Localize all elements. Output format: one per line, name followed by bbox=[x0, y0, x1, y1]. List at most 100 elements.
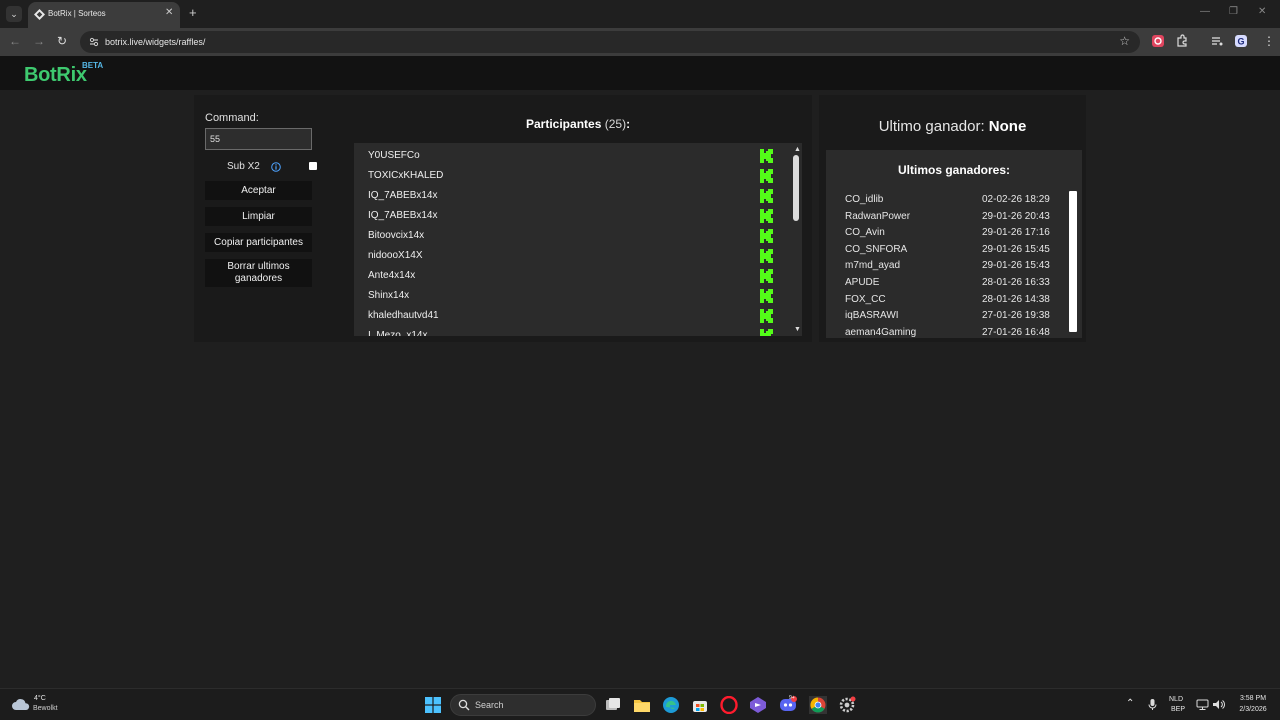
delete-last-winners-button[interactable]: Borrar ultimos ganadores bbox=[205, 259, 312, 287]
participants-list[interactable]: Y0USEFCo TOXICxKHALED IQ_7ABEBx14x IQ_7ABEB… bbox=[354, 143, 802, 336]
winner-row: CO_idlib 02-02-26 18:29 bbox=[826, 192, 1066, 208]
minimize-icon[interactable]: — bbox=[1200, 6, 1210, 17]
winner-row: RadwanPower 29-01-26 20:43 bbox=[826, 209, 1066, 225]
address-bar[interactable]: botrix.live/widgets/raffles/ ☆ bbox=[80, 31, 1140, 53]
winner-row: CO_SNFORA 29-01-26 15:45 bbox=[826, 242, 1066, 258]
profile-icon[interactable]: G bbox=[1234, 34, 1248, 48]
winner-name: APUDE bbox=[845, 277, 880, 288]
kick-icon bbox=[760, 269, 773, 283]
participants-count: (25) bbox=[604, 117, 627, 131]
participant-name: khaledhautvd41 bbox=[368, 310, 439, 321]
cloud-weather-icon[interactable] bbox=[11, 697, 31, 711]
browser-tab-bar: ⌄ BotRix | Sorteos ✕ + — ❐ ✕ bbox=[0, 0, 1280, 28]
tab-search-button[interactable]: ⌄ bbox=[6, 6, 22, 22]
copy-participants-button[interactable]: Copiar participantes bbox=[205, 233, 312, 252]
participant-row: TOXICxKHALED bbox=[354, 165, 784, 185]
participants-title: Participantes (25): bbox=[526, 117, 630, 131]
accept-button[interactable]: Aceptar bbox=[205, 181, 312, 200]
participant-row: Y0USEFCo bbox=[354, 145, 784, 165]
window-close-icon[interactable]: ✕ bbox=[1258, 6, 1266, 17]
winner-date: 29-01-26 20:43 bbox=[982, 210, 1050, 222]
kick-icon bbox=[760, 169, 773, 183]
subx2-label: Sub X2 bbox=[227, 161, 260, 172]
command-input[interactable] bbox=[205, 128, 312, 150]
weather-temp: 4°C bbox=[34, 695, 46, 702]
winner-date: 27-01-26 16:48 bbox=[982, 326, 1050, 338]
weather-desc: Bewolkt bbox=[33, 705, 58, 712]
search-placeholder: Search bbox=[475, 700, 504, 710]
kick-icon bbox=[760, 209, 773, 223]
tray-overflow-icon[interactable]: ⌃ bbox=[1126, 698, 1134, 709]
taskbar-search[interactable]: Search bbox=[450, 694, 596, 716]
botrix-logo[interactable]: BotRix bbox=[24, 64, 87, 87]
clock-time[interactable]: 3:58 PM bbox=[1235, 695, 1271, 702]
winner-name: RadwanPower bbox=[845, 210, 911, 222]
participant-name: I_Mezo_x14x bbox=[368, 330, 428, 336]
clock-date[interactable]: 2/3/2026 bbox=[1233, 706, 1273, 713]
forward-icon[interactable]: → bbox=[33, 34, 45, 48]
kick-icon bbox=[760, 189, 773, 203]
discord-badge: 9+ bbox=[789, 695, 795, 701]
winner-date: 29-01-26 15:43 bbox=[982, 260, 1050, 272]
winner-row: iqBASRAWI 27-01-26 19:38 bbox=[826, 308, 1066, 324]
winner-date: 02-02-26 18:29 bbox=[982, 194, 1050, 205]
edge-browser-icon[interactable] bbox=[662, 696, 680, 714]
participant-row: Ante4x14x bbox=[354, 265, 784, 285]
kick-icon bbox=[760, 289, 773, 303]
participant-row: IQ_7ABEBx14x bbox=[354, 205, 784, 225]
settings-gear-icon[interactable] bbox=[838, 696, 856, 714]
last-winner-label: Ultimo ganador: bbox=[878, 118, 985, 135]
kick-icon bbox=[760, 149, 773, 163]
participants-scrollbar-thumb[interactable] bbox=[793, 155, 799, 221]
language-code[interactable]: NLD bbox=[1169, 696, 1183, 703]
chrome-icon[interactable] bbox=[809, 696, 827, 714]
subx2-checkbox[interactable] bbox=[309, 162, 317, 170]
browser-tab[interactable]: BotRix | Sorteos ✕ bbox=[28, 2, 180, 28]
participant-name: Bitoovcix14x bbox=[368, 230, 425, 241]
participant-row: I_Mezo_x14x bbox=[354, 325, 784, 336]
participants-scroll-up-icon[interactable]: ▲ bbox=[794, 146, 801, 153]
tab-close-icon[interactable]: ✕ bbox=[165, 7, 173, 18]
site-info-icon[interactable] bbox=[88, 36, 100, 48]
search-icon bbox=[458, 699, 470, 711]
extension-record-icon[interactable] bbox=[1151, 34, 1165, 48]
reload-icon[interactable]: ↻ bbox=[57, 34, 67, 48]
volume-icon[interactable] bbox=[1212, 698, 1225, 711]
microphone-icon[interactable] bbox=[1146, 698, 1159, 711]
microsoft-store-icon[interactable] bbox=[691, 696, 709, 714]
winners-scrollbar[interactable] bbox=[1069, 191, 1077, 332]
bookmark-star-icon[interactable]: ☆ bbox=[1119, 34, 1130, 48]
browser-menu-icon[interactable]: ⋮ bbox=[1263, 34, 1275, 48]
back-icon[interactable]: ← bbox=[9, 34, 21, 48]
winner-row: APUDE 28-01-26 16:33 bbox=[826, 275, 1066, 291]
participants-scroll-down-icon[interactable]: ▼ bbox=[794, 326, 801, 333]
media-control-icon[interactable] bbox=[1210, 34, 1224, 48]
kick-icon bbox=[760, 229, 773, 243]
extensions-puzzle-icon[interactable] bbox=[1175, 34, 1189, 48]
visual-studio-icon[interactable] bbox=[749, 696, 767, 714]
clear-button[interactable]: Limpiar bbox=[205, 207, 312, 226]
winner-name: CO_Avin bbox=[845, 227, 885, 239]
network-icon[interactable] bbox=[1196, 698, 1209, 711]
info-icon[interactable] bbox=[271, 162, 281, 172]
winner-row: FOX_CC 28-01-26 14:38 bbox=[826, 292, 1066, 308]
winner-name: aeman4Gaming bbox=[845, 326, 917, 338]
keyboard-layout[interactable]: BEP bbox=[1171, 706, 1185, 713]
file-explorer-icon[interactable] bbox=[633, 696, 651, 714]
participant-name: TOXICxKHALED bbox=[368, 170, 444, 181]
task-view-icon[interactable] bbox=[604, 696, 622, 714]
command-label: Command: bbox=[205, 112, 259, 124]
winner-name: CO_SNFORA bbox=[845, 243, 908, 255]
participant-row: khaledhautvd41 bbox=[354, 305, 784, 325]
participant-row: IQ_7ABEBx14x bbox=[354, 185, 784, 205]
restore-icon[interactable]: ❐ bbox=[1229, 6, 1238, 17]
opera-browser-icon[interactable] bbox=[720, 696, 738, 714]
beta-badge: BETA bbox=[82, 61, 104, 70]
participant-name: Shinx14x bbox=[368, 290, 410, 301]
new-tab-button[interactable]: + bbox=[189, 5, 197, 20]
winner-date: 28-01-26 16:33 bbox=[982, 277, 1050, 288]
windows-start-icon[interactable] bbox=[425, 697, 441, 713]
tab-title: BotRix | Sorteos bbox=[48, 9, 106, 18]
last-winners-box[interactable]: Ultimos ganadores: CO_idlib 02-02-26 18:2… bbox=[826, 150, 1082, 338]
participant-row: Bitoovcix14x bbox=[354, 225, 784, 245]
